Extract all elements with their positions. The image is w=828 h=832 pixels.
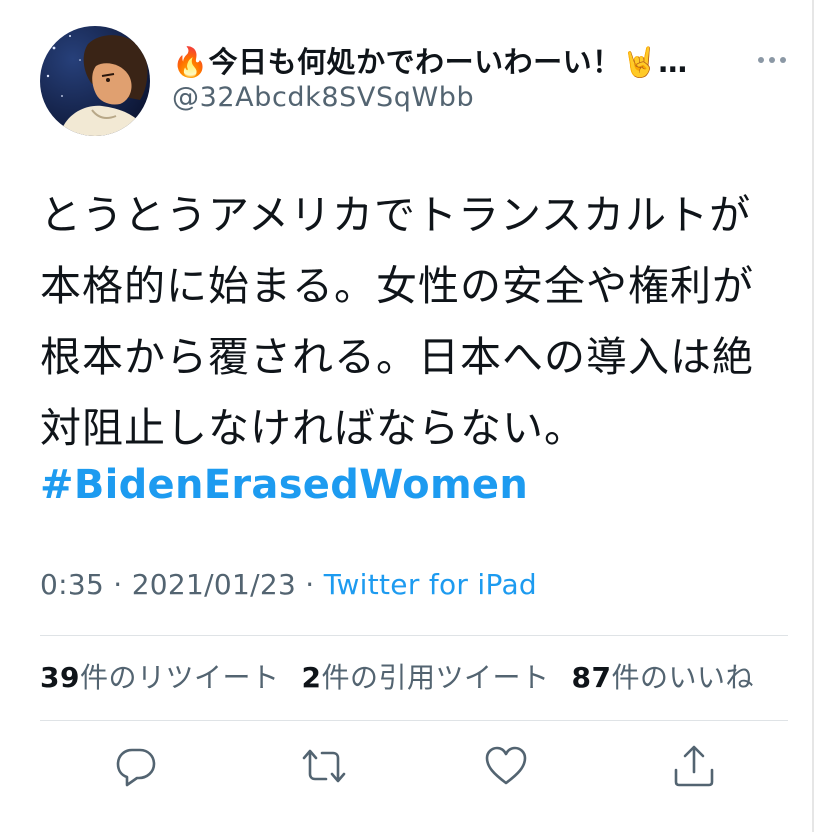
likes-stat[interactable]: 87件のいいね	[571, 661, 753, 694]
hashtag-link[interactable]: #BidenErasedWomen	[40, 462, 528, 508]
share-icon[interactable]	[670, 742, 718, 790]
retweets-count: 39	[40, 661, 80, 694]
retweets-label: 件のリツイート	[79, 661, 280, 694]
avatar[interactable]	[40, 26, 150, 136]
tweet-time: 0:35	[40, 568, 105, 601]
heart-icon[interactable]	[482, 742, 530, 790]
divider	[40, 635, 788, 636]
meta-separator: ·	[104, 568, 132, 601]
tweet-body-line: 本格的に始まる。女性の安全や権利が	[40, 262, 754, 310]
retweets-stat[interactable]: 39件のリツイート	[40, 661, 279, 694]
tweet-body-line: 対阻止しなければならない。	[40, 404, 586, 452]
tweet-body-line: とうとうアメリカでトランスカルトが	[40, 191, 752, 239]
tweet-card: 🔥今日も何処かでわーいわーい！🤘… @32Abcdk8SVSqWbb とうとうア…	[0, 0, 812, 832]
likes-count: 87	[571, 661, 612, 694]
author-name-row[interactable]: 🔥今日も何処かでわーいわーい！🤘…	[172, 38, 732, 82]
author-handle[interactable]: @32Abcdk8SVSqWbb	[172, 82, 474, 113]
tweet-date[interactable]: 2021/01/23	[132, 568, 296, 601]
more-dots-icon[interactable]	[752, 50, 792, 70]
quotes-label: 件の引用ツイート	[321, 661, 550, 694]
page-edge-divider	[812, 0, 814, 832]
reply-icon[interactable]	[112, 742, 160, 790]
tweet-source-link[interactable]: Twitter for iPad	[324, 568, 537, 601]
quotes-count: 2	[301, 661, 322, 694]
divider	[40, 720, 788, 721]
avatar-image	[40, 26, 150, 136]
quotes-stat[interactable]: 2件の引用ツイート	[301, 661, 549, 694]
tweet-stats: 39件のリツイート 2件の引用ツイート 87件のいいね	[40, 656, 776, 696]
tweet-body: とうとうアメリカでトランスカルトが 本格的に始まる。女性の安全や権利が 根本から…	[40, 180, 788, 464]
likes-label: 件のいいね	[611, 661, 754, 694]
retweet-icon[interactable]	[300, 742, 348, 790]
meta-separator: ·	[296, 568, 324, 601]
tweet-body-line: 根本から覆される。日本への導入は絶	[40, 333, 754, 381]
tweet-meta: 0:35 · 2021/01/23 · Twitter for iPad	[40, 568, 537, 601]
tweet-actions	[112, 742, 728, 794]
author-display-name[interactable]: 🔥今日も何処かでわーいわーい！🤘…	[172, 39, 688, 81]
